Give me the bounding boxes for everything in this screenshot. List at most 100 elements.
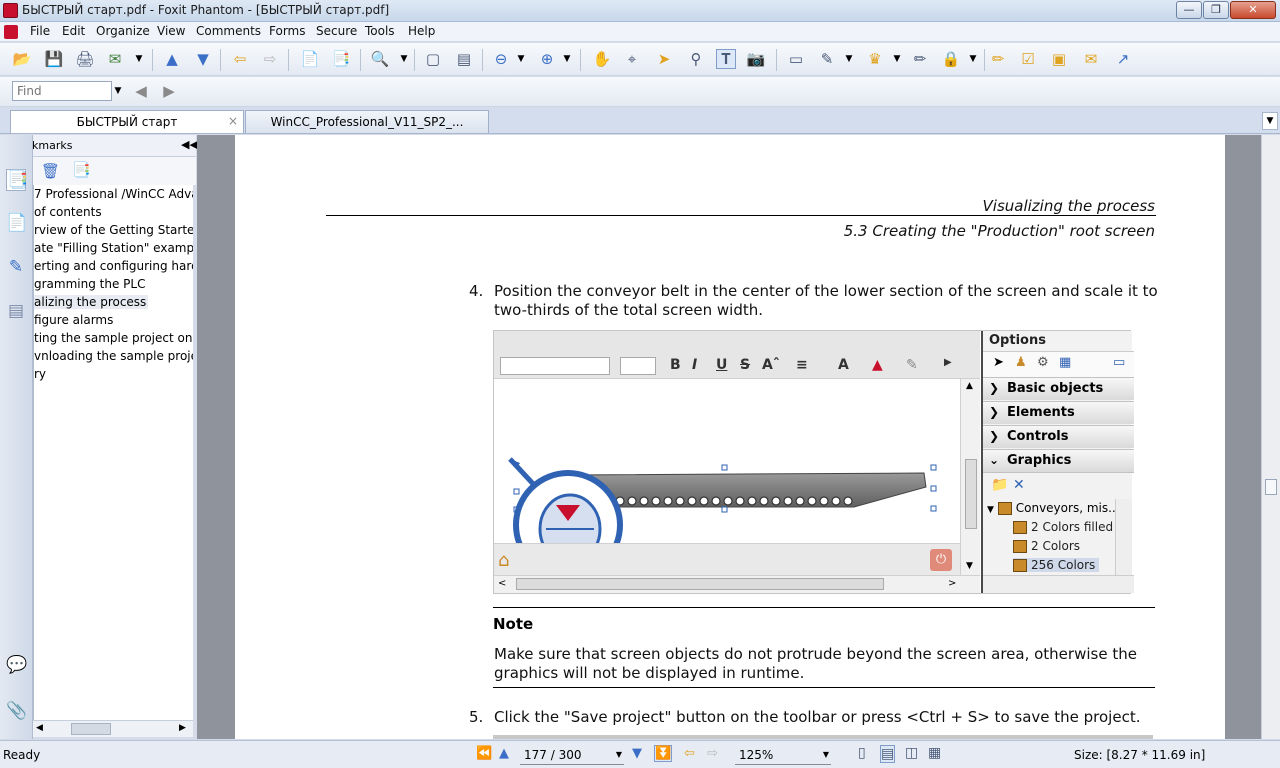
first-page-icon[interactable]: ⏪ (476, 746, 492, 761)
zoom-level-dropdown-icon[interactable]: ▼ (823, 750, 829, 759)
collapse-panel-icon[interactable]: ◀◀ (181, 138, 198, 151)
menu-edit[interactable]: Edit (62, 24, 85, 38)
insert-page-icon[interactable]: 📄 (300, 49, 320, 69)
menu-forms[interactable]: Forms (269, 24, 305, 38)
restore-button[interactable]: ❐ (1203, 1, 1229, 19)
bookmark-item[interactable]: ate "Filling Station" example p (34, 241, 193, 255)
zoom-in-circle-icon[interactable]: ⊕ (537, 49, 557, 69)
scroll-thumb[interactable] (71, 723, 111, 735)
note-pen-icon[interactable]: ✏ (988, 49, 1008, 69)
check-edit-icon[interactable]: ☑ (1018, 49, 1038, 69)
select-annotation-icon[interactable]: ➤ (654, 49, 674, 69)
page-dropdown-icon[interactable]: ▼ (616, 750, 622, 759)
save-icon[interactable]: 💾 (44, 49, 64, 69)
page-number-field[interactable]: 177 / 300 ▼ (520, 745, 624, 765)
document-vertical-scrollbar[interactable] (1261, 135, 1280, 739)
tab-list-dropdown-icon[interactable]: ▼ (1262, 112, 1278, 130)
document-menu-icon[interactable] (4, 25, 18, 39)
bookmark-item[interactable]: ting the sample project onlin (34, 331, 193, 345)
print-icon[interactable]: 🖨 (75, 49, 95, 69)
zoom-in-dropdown-icon[interactable]: ▼ (561, 49, 573, 69)
menu-tools[interactable]: Tools (365, 24, 395, 38)
back-view-icon[interactable]: ⇦ (684, 746, 695, 761)
stamp-dropdown-icon[interactable]: ▼ (891, 49, 903, 69)
zoom-field[interactable]: 125% ▼ (735, 745, 831, 765)
sign-icon[interactable]: ✏ (910, 49, 930, 69)
document-view[interactable]: Visualizing the process 5.3 Creating the… (197, 135, 1261, 739)
find-dropdown-icon[interactable]: ▼ (112, 81, 124, 101)
extract-page-icon[interactable]: 📑 (331, 49, 351, 69)
comments-tab-icon[interactable]: 💬 (6, 655, 27, 677)
add-bookmark-icon[interactable]: 📑 (72, 161, 91, 179)
scroll-left-icon[interactable]: ◀ (36, 723, 43, 733)
zoom-in-icon[interactable]: 🔍 (370, 49, 390, 69)
tab-bystryi-start[interactable]: БЫСТРЫЙ старт × (10, 110, 244, 133)
email-icon[interactable]: ✉ (105, 49, 125, 69)
paperclip-icon[interactable]: 📎 (6, 701, 27, 723)
bookmark-item[interactable]: rview of the Getting Started (34, 223, 193, 237)
continuous-facing-icon[interactable]: ▦ (928, 745, 941, 761)
bookmark-item[interactable]: erting and configuring hardwa (34, 259, 193, 273)
bookmarks-horizontal-scrollbar[interactable]: ◀ ▶ (33, 720, 193, 737)
find-next-icon[interactable]: ▶ (159, 81, 179, 101)
previous-page-icon[interactable]: ▲ (162, 49, 182, 69)
zoom-dropdown-icon[interactable]: ▼ (398, 49, 410, 69)
bookmark-item[interactable]: gramming the PLC (34, 277, 145, 291)
close-tab-icon[interactable]: × (228, 114, 238, 128)
back-arrow-icon[interactable]: ⇦ (230, 49, 250, 69)
forward-view-icon[interactable]: ⇨ (707, 746, 718, 761)
hand-tool-icon[interactable]: ✋ (592, 49, 612, 69)
bookmark-item[interactable]: figure alarms (34, 313, 113, 327)
sticky-note-icon[interactable]: ✉ (1081, 49, 1101, 69)
textbox-icon[interactable]: ▣ (1049, 49, 1069, 69)
snapshot-camera-icon[interactable]: 📷 (746, 49, 766, 69)
bookmark-item-selected[interactable]: alizing the process (34, 295, 149, 309)
minimize-button[interactable]: — (1176, 1, 1202, 19)
find-binoculars-icon[interactable]: ⚲ (686, 49, 706, 69)
bookmark-item[interactable]: 7 Professional /WinCC Advan (34, 187, 193, 201)
scroll-thumb[interactable] (1265, 479, 1277, 495)
fit-page-icon[interactable]: ▢ (423, 49, 443, 69)
select-text-icon[interactable]: ⌖ (622, 49, 642, 69)
email-dropdown-icon[interactable]: ▼ (133, 49, 145, 69)
edit-dropdown-icon[interactable]: ▼ (843, 49, 855, 69)
arrow-draw-icon[interactable]: ↗ (1113, 49, 1133, 69)
forward-arrow-icon[interactable]: ⇨ (260, 49, 280, 69)
comment-box-icon[interactable]: ▭ (786, 49, 806, 69)
security-dropdown-icon[interactable]: ▼ (967, 49, 979, 69)
security-lock-icon[interactable]: 🔒 (941, 49, 961, 69)
find-input[interactable] (12, 81, 112, 101)
menu-comments[interactable]: Comments (196, 24, 261, 38)
prev-page-icon[interactable]: ▲ (499, 746, 509, 761)
next-page-icon[interactable]: ▼ (193, 49, 213, 69)
find-previous-icon[interactable]: ◀ (131, 81, 151, 101)
continuous-page-icon[interactable]: ▤ (880, 745, 896, 763)
zoom-out-dropdown-icon[interactable]: ▼ (515, 49, 527, 69)
menu-file[interactable]: File (30, 24, 50, 38)
open-folder-icon[interactable]: 📂 (12, 49, 32, 69)
text-select-icon[interactable]: 𝐓 (716, 49, 736, 69)
next-page-icon[interactable]: ▼ (632, 746, 642, 761)
tab-wincc-professional[interactable]: WinCC_Professional_V11_SP2_... (245, 110, 489, 133)
menu-help[interactable]: Help (408, 24, 435, 38)
facing-page-icon[interactable]: ◫ (905, 745, 918, 761)
zoom-out-circle-icon[interactable]: ⊖ (491, 49, 511, 69)
fit-width-icon[interactable]: ▤ (454, 49, 474, 69)
pages-tab-icon[interactable]: 📄 (6, 213, 27, 235)
last-page-icon[interactable]: ⏬ (654, 745, 673, 762)
bookmark-item[interactable]: of contents (34, 205, 102, 219)
scroll-right-icon[interactable]: ▶ (179, 723, 186, 733)
edit-document-icon[interactable]: ✎ (817, 49, 837, 69)
single-page-icon[interactable]: ▯ (858, 745, 866, 761)
delete-bookmark-icon[interactable]: 🗑 (41, 162, 60, 180)
stamp-icon[interactable]: ♛ (865, 49, 885, 69)
close-window-button[interactable]: ✕ (1230, 1, 1276, 19)
menu-secure[interactable]: Secure (316, 24, 357, 38)
bookmark-item[interactable]: ry (34, 367, 46, 381)
attachments-stack-icon[interactable]: ▤ (6, 301, 26, 323)
bookmarks-tab-icon[interactable]: 📑 (6, 169, 28, 191)
bookmark-item[interactable]: vnloading the sample project (34, 349, 193, 363)
layers-tab-icon[interactable]: ✎ (6, 257, 26, 279)
menu-organize[interactable]: Organize (96, 24, 150, 38)
menu-view[interactable]: View (157, 24, 185, 38)
